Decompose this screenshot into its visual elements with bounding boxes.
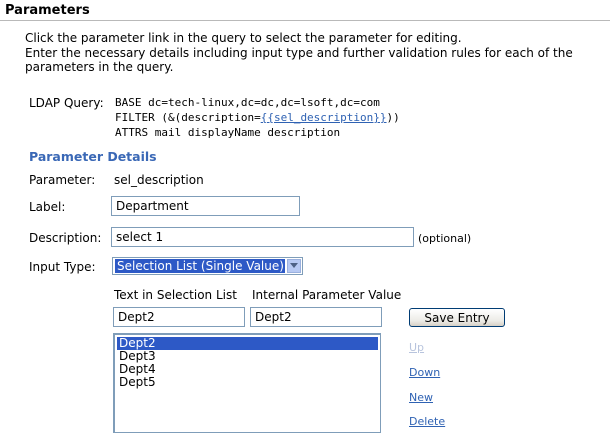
input-type-label: Input Type: <box>29 260 96 274</box>
delete-entry-link[interactable]: Delete <box>409 415 445 428</box>
parameter-label: Parameter: <box>29 173 96 187</box>
label-field-label: Label: <box>29 200 66 214</box>
internal-value-input[interactable] <box>250 307 382 327</box>
parameter-details-heading: Parameter Details <box>29 149 157 164</box>
save-entry-button[interactable]: Save Entry <box>409 308 505 327</box>
input-type-select[interactable]: Selection List (Single Value) <box>112 257 303 275</box>
list-item[interactable]: Dept2 <box>117 337 378 350</box>
ldap-filter-line: FILTER (&(description={{sel_description}… <box>115 111 400 124</box>
internal-value-header: Internal Parameter Value <box>252 288 402 302</box>
move-up-link: Up <box>409 341 425 354</box>
intro-line-2: Enter the necessary details including in… <box>25 45 573 75</box>
intro-text: Click the parameter link in the query to… <box>25 31 605 75</box>
ldap-filter-prefix: FILTER (&(description= <box>115 111 261 124</box>
ldap-query-label: LDAP Query: <box>29 96 104 110</box>
list-text-input[interactable] <box>113 307 245 327</box>
page-title: Parameters <box>5 3 90 18</box>
new-entry-link[interactable]: New <box>409 391 433 404</box>
ldap-filter-suffix: )) <box>386 111 400 124</box>
list-item[interactable]: Dept5 <box>117 376 156 389</box>
parameter-value: sel_description <box>114 173 204 187</box>
description-input[interactable] <box>111 227 414 247</box>
input-type-selected-value: Selection List (Single Value) <box>115 259 285 273</box>
selection-listbox[interactable]: Dept2 Dept3 Dept4 Dept5 <box>113 333 381 433</box>
parameter-link-sel-description[interactable]: {{sel_description}} <box>261 111 387 124</box>
intro-line-1: Click the parameter link in the query to… <box>25 31 462 45</box>
chevron-down-icon[interactable] <box>287 259 301 273</box>
title-divider <box>0 20 610 21</box>
label-input[interactable] <box>111 196 300 216</box>
optional-note: (optional) <box>418 232 472 245</box>
move-down-link[interactable]: Down <box>409 366 440 379</box>
text-in-list-header: Text in Selection List <box>114 288 237 302</box>
ldap-base-line: BASE dc=tech-linux,dc=dc,dc=lsoft,dc=com <box>115 96 380 109</box>
ldap-attrs-line: ATTRS mail displayName description <box>115 126 341 139</box>
description-field-label: Description: <box>29 231 102 245</box>
